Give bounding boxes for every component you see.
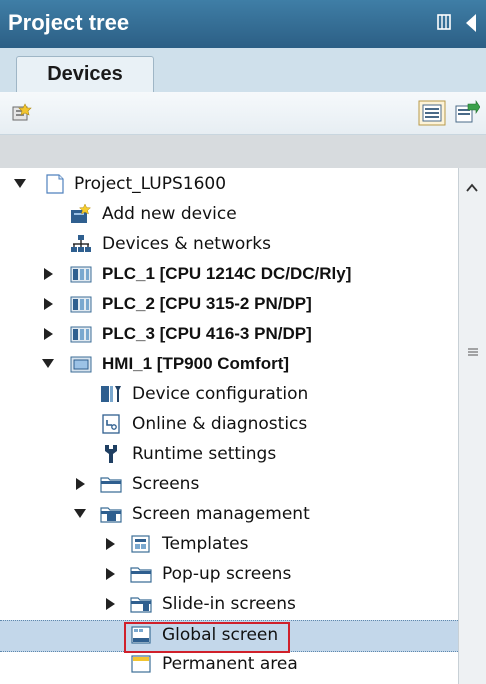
tab-row: Devices (0, 48, 486, 94)
tree-item-label: Screen management (132, 504, 310, 524)
tree-item-popup-screens[interactable]: Pop-up screens (0, 560, 458, 590)
scroll-up-icon[interactable] (466, 182, 478, 194)
folder-icon (130, 567, 152, 583)
tree-item-label: Pop-up screens (162, 564, 292, 584)
tree-item-screen-management[interactable]: Screen management (0, 500, 458, 530)
highlight-box (124, 622, 290, 653)
scroll-grip-icon[interactable] (467, 346, 479, 358)
tree-item-label: Devices & networks (102, 234, 271, 254)
tree-item-label: Screens (132, 474, 200, 494)
tree-item-screens[interactable]: Screens (0, 470, 458, 500)
device-configuration-icon (101, 386, 121, 402)
tree-item-label: PLC_1 [CPU 1214C DC/DC/Rly] (102, 264, 352, 283)
tree-item-runtime-settings[interactable]: Runtime settings (0, 440, 458, 470)
tree-item-label: Slide-in screens (162, 594, 296, 614)
tree-item-device-configuration[interactable]: Device configuration (0, 380, 458, 410)
tree-item-label: Templates (162, 534, 249, 554)
tree-item-label: Project_LUPS1600 (74, 174, 227, 194)
tree-item-label: HMI_1 [TP900 Comfort] (102, 354, 290, 373)
project-tree: Project_LUPS1600 Add new device Devices … (0, 168, 458, 684)
tree-item-hmi-1[interactable]: HMI_1 [TP900 Comfort] (0, 350, 458, 380)
project-icon (46, 174, 64, 194)
tree-item-plc-2[interactable]: PLC_2 [CPU 315-2 PN/DP] (0, 290, 458, 320)
plc-icon (70, 296, 92, 313)
expand-arrow-icon[interactable] (106, 538, 115, 550)
tab-devices[interactable]: Devices (16, 56, 154, 94)
expand-arrow-icon[interactable] (76, 478, 85, 490)
plc-icon (70, 266, 92, 283)
tree-toolbar (0, 92, 486, 135)
tree-item-label: Device configuration (132, 384, 309, 404)
expand-arrow-icon[interactable] (44, 268, 53, 280)
tree-item-permanent-area[interactable]: Permanent area (0, 650, 458, 680)
online-diagnostics-icon (102, 414, 120, 434)
project-tree-titlebar: Project tree (0, 0, 486, 48)
tree-item-label: Add new device (102, 204, 237, 224)
tree-item-plc-3[interactable]: PLC_3 [CPU 416-3 PN/DP] (0, 320, 458, 350)
slide-in-folder-icon (130, 597, 152, 613)
tree-item-project[interactable]: Project_LUPS1600 (0, 170, 458, 200)
screen-management-folder-icon (100, 507, 122, 523)
export-view-icon[interactable] (454, 100, 480, 126)
tree-item-online-diagnostics[interactable]: Online & diagnostics (0, 410, 458, 440)
add-device-toolbar-icon[interactable] (10, 102, 32, 124)
vertical-scrollbar[interactable] (458, 168, 486, 684)
expand-arrow-icon[interactable] (106, 568, 115, 580)
expand-arrow-icon[interactable] (14, 179, 26, 188)
panel-title: Project tree (8, 10, 130, 35)
expand-arrow-icon[interactable] (42, 359, 54, 368)
header-strip (0, 135, 486, 169)
templates-icon (131, 535, 150, 553)
wrench-icon (105, 445, 117, 463)
tree-item-add-new-device[interactable]: Add new device (0, 200, 458, 230)
tree-item-slidein-screens[interactable]: Slide-in screens (0, 590, 458, 620)
tree-item-label: Runtime settings (132, 444, 277, 464)
network-icon (71, 235, 91, 252)
folder-icon (100, 477, 122, 493)
expand-arrow-icon[interactable] (74, 509, 86, 518)
tree-item-devices-networks[interactable]: Devices & networks (0, 230, 458, 260)
tree-item-label: PLC_3 [CPU 416-3 PN/DP] (102, 324, 312, 343)
expand-arrow-icon[interactable] (106, 598, 115, 610)
add-new-device-icon (71, 204, 92, 223)
tree-item-templates[interactable]: Templates (0, 530, 458, 560)
detail-view-icon[interactable] (418, 100, 446, 126)
tree-item-label: Permanent area (162, 654, 298, 674)
tree-item-label: Online & diagnostics (132, 414, 308, 434)
tree-item-plc-1[interactable]: PLC_1 [CPU 1214C DC/DC/Rly] (0, 260, 458, 290)
hmi-icon (70, 356, 92, 373)
tree-item-label: PLC_2 [CPU 315-2 PN/DP] (102, 294, 312, 313)
permanent-area-icon (131, 655, 151, 673)
collapse-panel-icon[interactable] (466, 14, 476, 32)
expand-arrow-icon[interactable] (44, 298, 53, 310)
pin-icon[interactable] (436, 12, 452, 32)
expand-arrow-icon[interactable] (44, 328, 53, 340)
plc-icon (70, 326, 92, 343)
